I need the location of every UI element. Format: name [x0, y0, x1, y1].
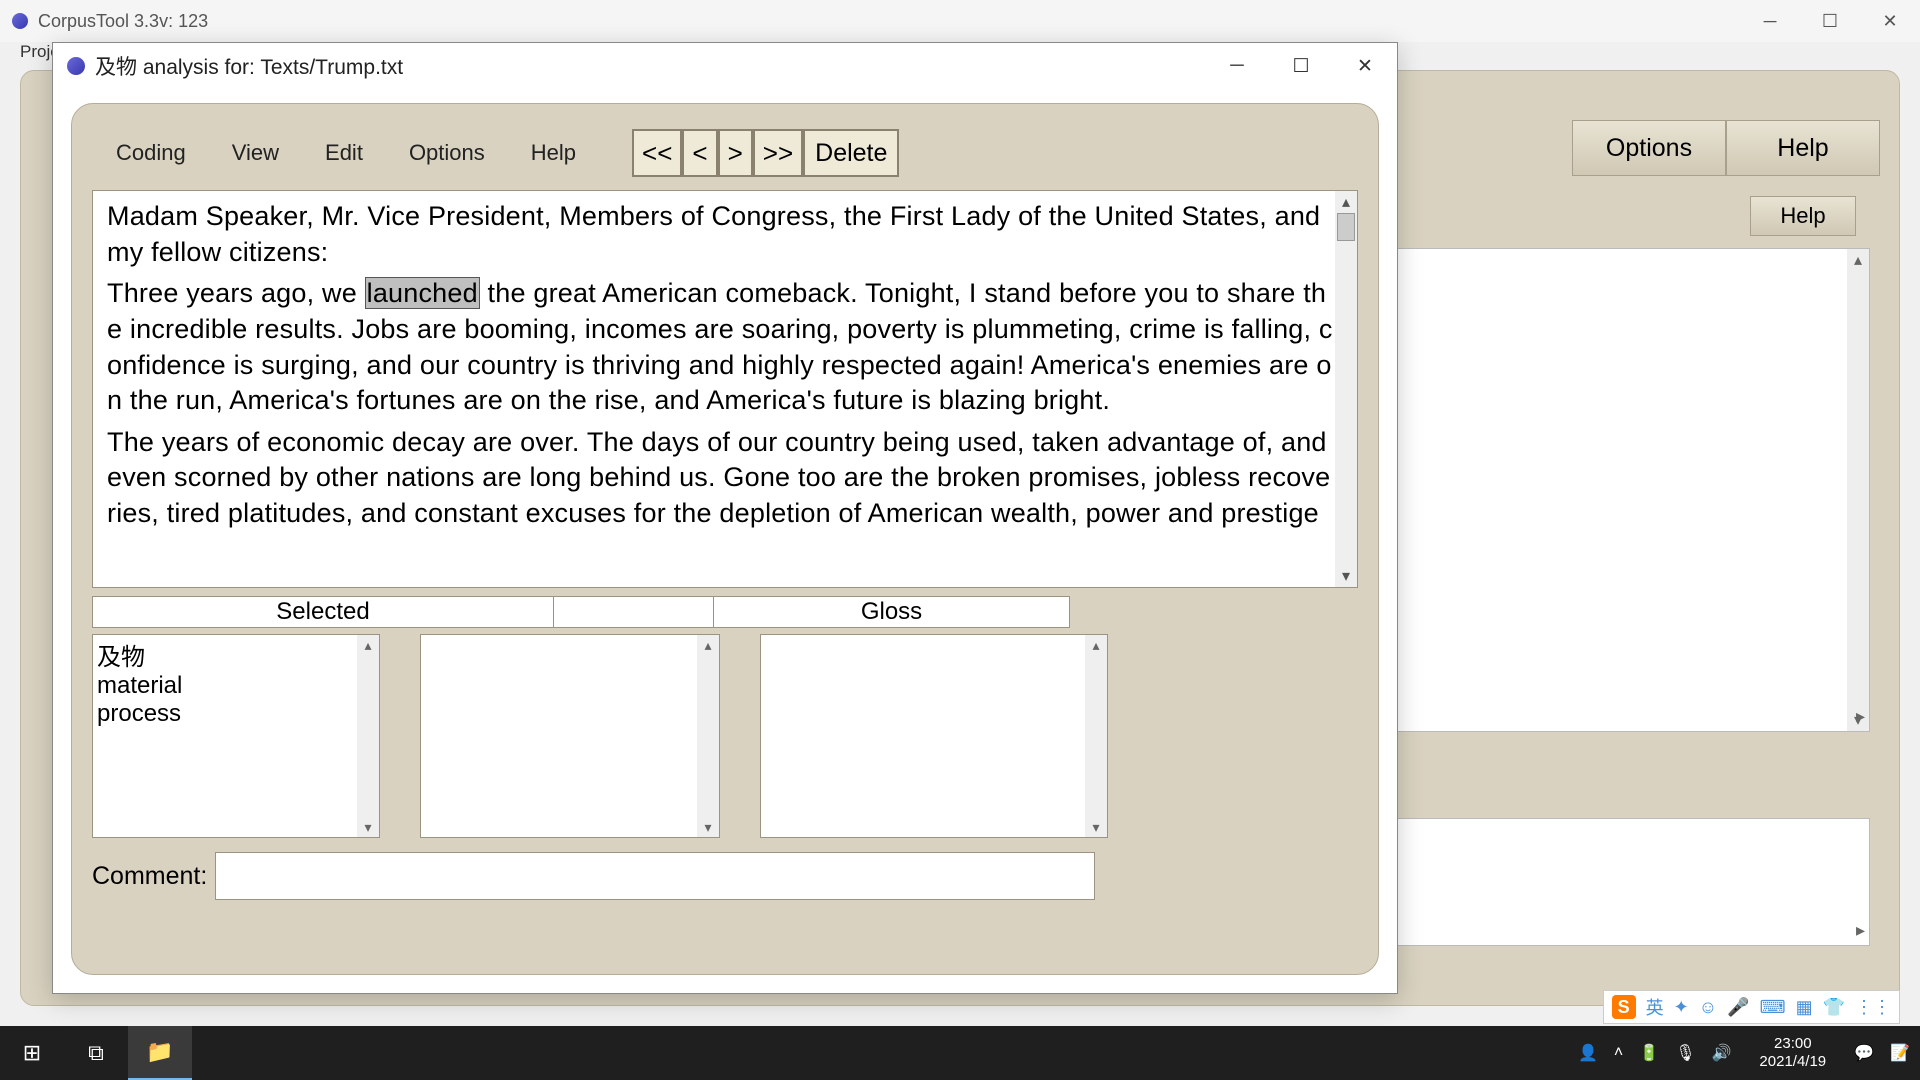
menu-coding[interactable]: Coding: [116, 140, 186, 166]
right-panel-2: ▸: [1392, 818, 1870, 946]
text-content: Madam Speaker, Mr. Vice President, Membe…: [93, 191, 1357, 546]
headers-row: Selected Gloss: [92, 596, 1358, 628]
app-icon: [12, 13, 28, 29]
text-pane[interactable]: Madam Speaker, Mr. Vice President, Membe…: [92, 190, 1358, 588]
comment-label: Comment:: [92, 862, 207, 891]
system-tray[interactable]: 👤 ˄ 🔋 🎙 🔊 23:00 2021/4/19 💬 📝: [1578, 1035, 1920, 1071]
main-title: CorpusTool 3.3v: 123: [38, 11, 208, 32]
nav-buttons: << < > >> Delete: [632, 129, 899, 177]
paragraph-2: Three years ago, we launched the great A…: [107, 276, 1333, 419]
battery-icon[interactable]: 🔋: [1639, 1043, 1659, 1063]
scroll-right-icon[interactable]: ▸: [1856, 706, 1865, 727]
right-panel-1: ▴ ▾ ▸: [1392, 248, 1870, 732]
scroll-up-icon[interactable]: ▴: [1335, 191, 1357, 213]
help-button-2[interactable]: Help: [1750, 196, 1856, 236]
gloss-listbox[interactable]: ▴▾: [760, 634, 1108, 838]
mic-tray-icon[interactable]: 🎙: [1675, 1043, 1695, 1063]
listbox-scrollbar[interactable]: ▴▾: [1085, 635, 1107, 837]
menu-help[interactable]: Help: [531, 140, 576, 166]
start-button[interactable]: ⊞: [0, 1026, 64, 1080]
comment-input[interactable]: [215, 852, 1095, 900]
listboxes-row: 及物 material process ▴▾ ▴▾ ▴▾: [92, 634, 1358, 838]
analysis-maximize-button[interactable]: ☐: [1269, 43, 1333, 89]
options-button[interactable]: Options: [1572, 120, 1726, 176]
clock[interactable]: 23:00 2021/4/19: [1747, 1035, 1838, 1071]
ime-keyboard-icon[interactable]: ⌨: [1760, 997, 1786, 1018]
scroll-right-icon[interactable]: ▸: [1856, 920, 1865, 941]
menu-edit[interactable]: Edit: [325, 140, 363, 166]
paragraph-3: The years of economic decay are over. Th…: [107, 425, 1333, 532]
menu-options[interactable]: Options: [409, 140, 485, 166]
selected-header: Selected: [92, 596, 554, 628]
main-minimize-button[interactable]: ─: [1740, 0, 1800, 42]
taskbar-app-explorer[interactable]: 📁: [128, 1026, 192, 1080]
menu-bar: Coding View Edit Options Help << < > >> …: [92, 124, 1358, 182]
analysis-title: 及物 analysis for: Texts/Trump.txt: [95, 51, 403, 81]
people-icon[interactable]: 👤: [1578, 1043, 1598, 1063]
scroll-thumb[interactable]: [1337, 213, 1355, 241]
tray-chevron-icon[interactable]: ˄: [1614, 1044, 1623, 1062]
right-panel-1-scrollbar[interactable]: ▴ ▾: [1847, 249, 1869, 731]
task-view-button[interactable]: ⧉: [64, 1026, 128, 1080]
nav-first-button[interactable]: <<: [632, 129, 682, 177]
nav-next-button[interactable]: >: [718, 129, 753, 177]
scroll-up-icon[interactable]: ▴: [1847, 249, 1869, 271]
taskbar[interactable]: ⊞ ⧉ 📁 👤 ˄ 🔋 🎙 🔊 23:00 2021/4/19 💬 📝: [0, 1026, 1920, 1080]
listbox-scrollbar[interactable]: ▴▾: [357, 635, 379, 837]
ime-logo-icon[interactable]: S: [1612, 995, 1636, 1019]
paragraph-1: Madam Speaker, Mr. Vice President, Membe…: [107, 199, 1333, 270]
header-spacer: [554, 596, 714, 628]
analysis-body: Coding View Edit Options Help << < > >> …: [71, 103, 1379, 975]
main-titlebar: CorpusTool 3.3v: 123: [0, 0, 1920, 42]
selected-listbox[interactable]: 及物 material process ▴▾: [92, 634, 380, 838]
list-item[interactable]: 及物: [97, 637, 357, 672]
ime-grid-icon[interactable]: ▦: [1796, 997, 1813, 1018]
main-maximize-button[interactable]: ☐: [1800, 0, 1860, 42]
app-icon: [67, 57, 85, 75]
comment-row: Comment:: [92, 852, 1358, 900]
notes-icon[interactable]: 📝: [1890, 1043, 1910, 1063]
clock-time: 23:00: [1759, 1035, 1826, 1053]
analysis-titlebar: 及物 analysis for: Texts/Trump.txt: [53, 43, 1397, 89]
list-item[interactable]: material: [97, 672, 357, 700]
analysis-minimize-button[interactable]: ─: [1205, 43, 1269, 89]
highlighted-word[interactable]: launched: [365, 277, 480, 309]
ime-shirt-icon[interactable]: 👕: [1823, 997, 1845, 1018]
ime-menu-icon[interactable]: ⋮⋮: [1855, 997, 1891, 1018]
nav-prev-button[interactable]: <: [682, 129, 717, 177]
main-close-button[interactable]: ✕: [1860, 0, 1920, 42]
scroll-down-icon[interactable]: ▾: [1335, 565, 1357, 587]
volume-icon[interactable]: 🔊: [1712, 1043, 1732, 1063]
list-item[interactable]: process: [97, 700, 357, 728]
analysis-window: 及物 analysis for: Texts/Trump.txt ─ ☐ ✕ C…: [52, 42, 1398, 994]
ime-emoji-icon[interactable]: ☺: [1699, 997, 1717, 1018]
text-scrollbar[interactable]: ▴ ▾: [1335, 191, 1357, 587]
middle-listbox[interactable]: ▴▾: [420, 634, 720, 838]
listbox-scrollbar[interactable]: ▴▾: [697, 635, 719, 837]
ime-icon[interactable]: ✦: [1674, 997, 1689, 1018]
help-button[interactable]: Help: [1726, 120, 1880, 176]
nav-last-button[interactable]: >>: [753, 129, 803, 177]
delete-button[interactable]: Delete: [803, 129, 899, 177]
ime-lang[interactable]: 英: [1646, 994, 1664, 1020]
clock-date: 2021/4/19: [1759, 1053, 1826, 1071]
gloss-header: Gloss: [714, 596, 1070, 628]
ime-toolbar[interactable]: S 英 ✦ ☺ 🎤 ⌨ ▦ 👕 ⋮⋮: [1603, 990, 1900, 1024]
ime-mic-icon[interactable]: 🎤: [1727, 997, 1749, 1018]
action-center-icon[interactable]: 💬: [1854, 1043, 1874, 1063]
analysis-close-button[interactable]: ✕: [1333, 43, 1397, 89]
menu-view[interactable]: View: [232, 140, 279, 166]
